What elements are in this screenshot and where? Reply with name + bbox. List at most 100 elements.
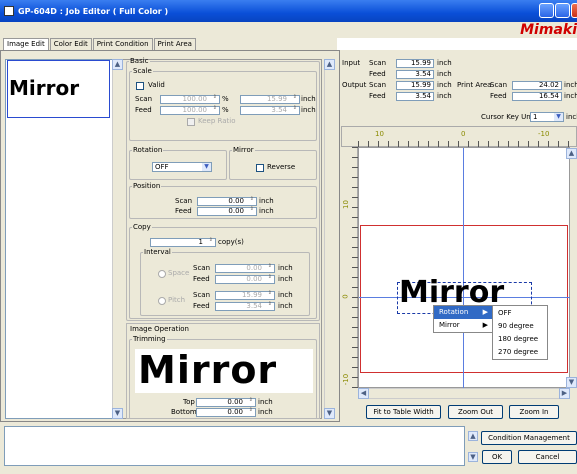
brand-bar (0, 22, 577, 38)
output-label: Output (342, 81, 367, 89)
spinner-icon[interactable]: ⇕ (248, 408, 253, 416)
scale-scan-inch-field[interactable]: 15.99 ⇕ (240, 95, 300, 104)
submenu-90-degree[interactable]: 90 degree (493, 320, 547, 333)
keep-ratio-checkbox[interactable] (187, 118, 195, 126)
scale-scan-label: Scan (135, 95, 153, 103)
v-ruler-tick-10: 10 (341, 200, 350, 209)
interval-legend: Interval (144, 248, 171, 256)
mirror-reverse-checkbox[interactable] (256, 164, 264, 172)
pitch-feed-field[interactable]: 3.54 ⇕ (215, 302, 275, 311)
spinner-icon[interactable]: ⇕ (267, 291, 272, 299)
context-menu-mirror[interactable]: Mirror ▶ (434, 319, 492, 332)
spinner-icon[interactable]: ⇕ (267, 302, 272, 310)
spinner-icon[interactable]: ⇕ (212, 95, 217, 103)
ok-button[interactable]: OK (482, 450, 512, 464)
input-feed-label: Feed (369, 70, 386, 78)
print-area-label: Print Area (457, 81, 492, 89)
message-scroll-up-arrow[interactable]: ▲ (468, 431, 478, 441)
scroll-down-arrow[interactable]: ▼ (324, 408, 335, 419)
spinner-icon[interactable]: ⇕ (292, 106, 297, 114)
zoom-out-button[interactable]: Zoom Out (448, 405, 503, 419)
pitch-radio[interactable] (158, 297, 166, 305)
thumb-scroll-up-arrow[interactable]: ▲ (112, 59, 123, 70)
cursor-key-unit: inch (566, 113, 577, 121)
print-area-scan-value: 24.02 (512, 81, 562, 90)
scale-scan-percent-field[interactable]: 100.00 ⇕ (160, 95, 220, 104)
submenu-270-degree[interactable]: 270 degree (493, 346, 547, 359)
mirror-reverse-label: Reverse (267, 163, 296, 171)
position-feed-unit: inch (259, 207, 274, 215)
space-feed-field[interactable]: 0.00 ⇕ (215, 275, 275, 284)
brand-logo: Mimaki (520, 22, 577, 38)
zoom-in-button[interactable]: Zoom In (509, 405, 559, 419)
canvas-scroll-down-arrow[interactable]: ▼ (566, 377, 577, 388)
rotation-menu-label: Rotation (439, 308, 469, 316)
space-scan-field[interactable]: 0.00 ⇕ (215, 264, 275, 273)
canvas-scroll-up-arrow[interactable]: ▲ (566, 148, 577, 159)
input-scan-unit: inch (437, 59, 452, 67)
spinner-icon[interactable]: ⇕ (212, 106, 217, 114)
maximize-button[interactable] (555, 3, 570, 18)
print-area-feed-label: Feed (490, 92, 507, 100)
scale-feed-inch-field[interactable]: 3.54 ⇕ (240, 106, 300, 115)
pitch-scan-unit: inch (278, 291, 293, 299)
tab-image-edit[interactable]: Image Edit (3, 38, 49, 50)
output-feed-unit: inch (437, 92, 452, 100)
pitch-scan-field[interactable]: 15.99 ⇕ (215, 291, 275, 300)
close-button[interactable] (571, 3, 577, 18)
minimize-button[interactable] (539, 3, 554, 18)
spinner-icon[interactable]: ⇕ (249, 207, 254, 215)
spinner-icon[interactable]: ⇕ (249, 197, 254, 205)
settings-scrollbar[interactable] (324, 59, 335, 419)
print-area-scan-label: Scan (490, 81, 508, 89)
copy-count-field[interactable]: 1 ⇕ (150, 238, 216, 247)
cursor-key-select[interactable]: 1 ▼ (530, 112, 564, 122)
submenu-off[interactable]: OFF (493, 307, 547, 320)
tab-color-edit[interactable]: Color Edit (49, 38, 92, 50)
copy-unit: copy(s) (218, 238, 244, 246)
cancel-button[interactable]: Cancel (518, 450, 577, 464)
trim-top-label: Top (183, 398, 195, 406)
context-menu-rotation[interactable]: Rotation ▶ (434, 306, 492, 319)
spinner-icon[interactable]: ⇕ (208, 238, 213, 246)
input-label: Input (342, 59, 361, 67)
spinner-icon[interactable]: ⇕ (267, 264, 272, 272)
scale-feed-label: Feed (135, 106, 152, 114)
spinner-icon[interactable]: ⇕ (292, 95, 297, 103)
cursor-key-value: 1 (533, 113, 538, 121)
scroll-up-arrow[interactable]: ▲ (324, 59, 335, 70)
tab-print-area[interactable]: Print Area (153, 38, 196, 50)
scale-legend: Scale (133, 67, 152, 75)
message-scroll-down-arrow[interactable]: ▼ (468, 452, 478, 462)
position-scan-field[interactable]: 0.00 ⇕ (197, 197, 257, 206)
canvas-hscrollbar[interactable] (358, 388, 570, 399)
space-feed-unit: inch (278, 275, 293, 283)
trim-bottom-field[interactable]: 0.00 ⇕ (196, 408, 256, 417)
v-ruler-tick-neg10: -10 (342, 373, 351, 386)
canvas-scroll-left-arrow[interactable]: ◀ (358, 388, 369, 399)
trim-top-field[interactable]: 0.00 ⇕ (196, 398, 256, 407)
tab-print-condition[interactable]: Print Condition (92, 38, 153, 50)
scale-feed-percent-field[interactable]: 100.00 ⇕ (160, 106, 220, 115)
position-legend: Position (133, 182, 161, 190)
canvas-scroll-right-arrow[interactable]: ▶ (559, 388, 570, 399)
position-feed-field[interactable]: 0.00 ⇕ (197, 207, 257, 216)
condition-management-button[interactable]: Condition Management (481, 431, 577, 445)
thumbnail-scrollbar[interactable] (112, 59, 123, 419)
submenu-arrow-icon: ▶ (482, 308, 488, 316)
submenu-180-degree[interactable]: 180 degree (493, 333, 547, 346)
position-feed-label: Feed (175, 207, 192, 215)
trimming-legend: Trimming (133, 335, 166, 343)
scale-valid-checkbox[interactable] (136, 82, 144, 90)
fit-to-table-width-button[interactable]: Fit to Table Width (366, 405, 441, 419)
spinner-icon[interactable]: ⇕ (248, 398, 253, 406)
window-title: GP-604D : Job Editor ( Full Color ) (18, 6, 169, 16)
trim-top-unit: inch (258, 398, 273, 406)
pitch-feed-unit: inch (278, 302, 293, 310)
space-radio[interactable] (158, 270, 166, 278)
pitch-scan-label: Scan (193, 291, 211, 299)
chevron-down-icon: ▼ (554, 113, 563, 121)
thumb-scroll-down-arrow[interactable]: ▼ (112, 408, 123, 419)
spinner-icon[interactable]: ⇕ (267, 275, 272, 283)
rotation-select[interactable]: OFF ▼ (152, 162, 212, 172)
